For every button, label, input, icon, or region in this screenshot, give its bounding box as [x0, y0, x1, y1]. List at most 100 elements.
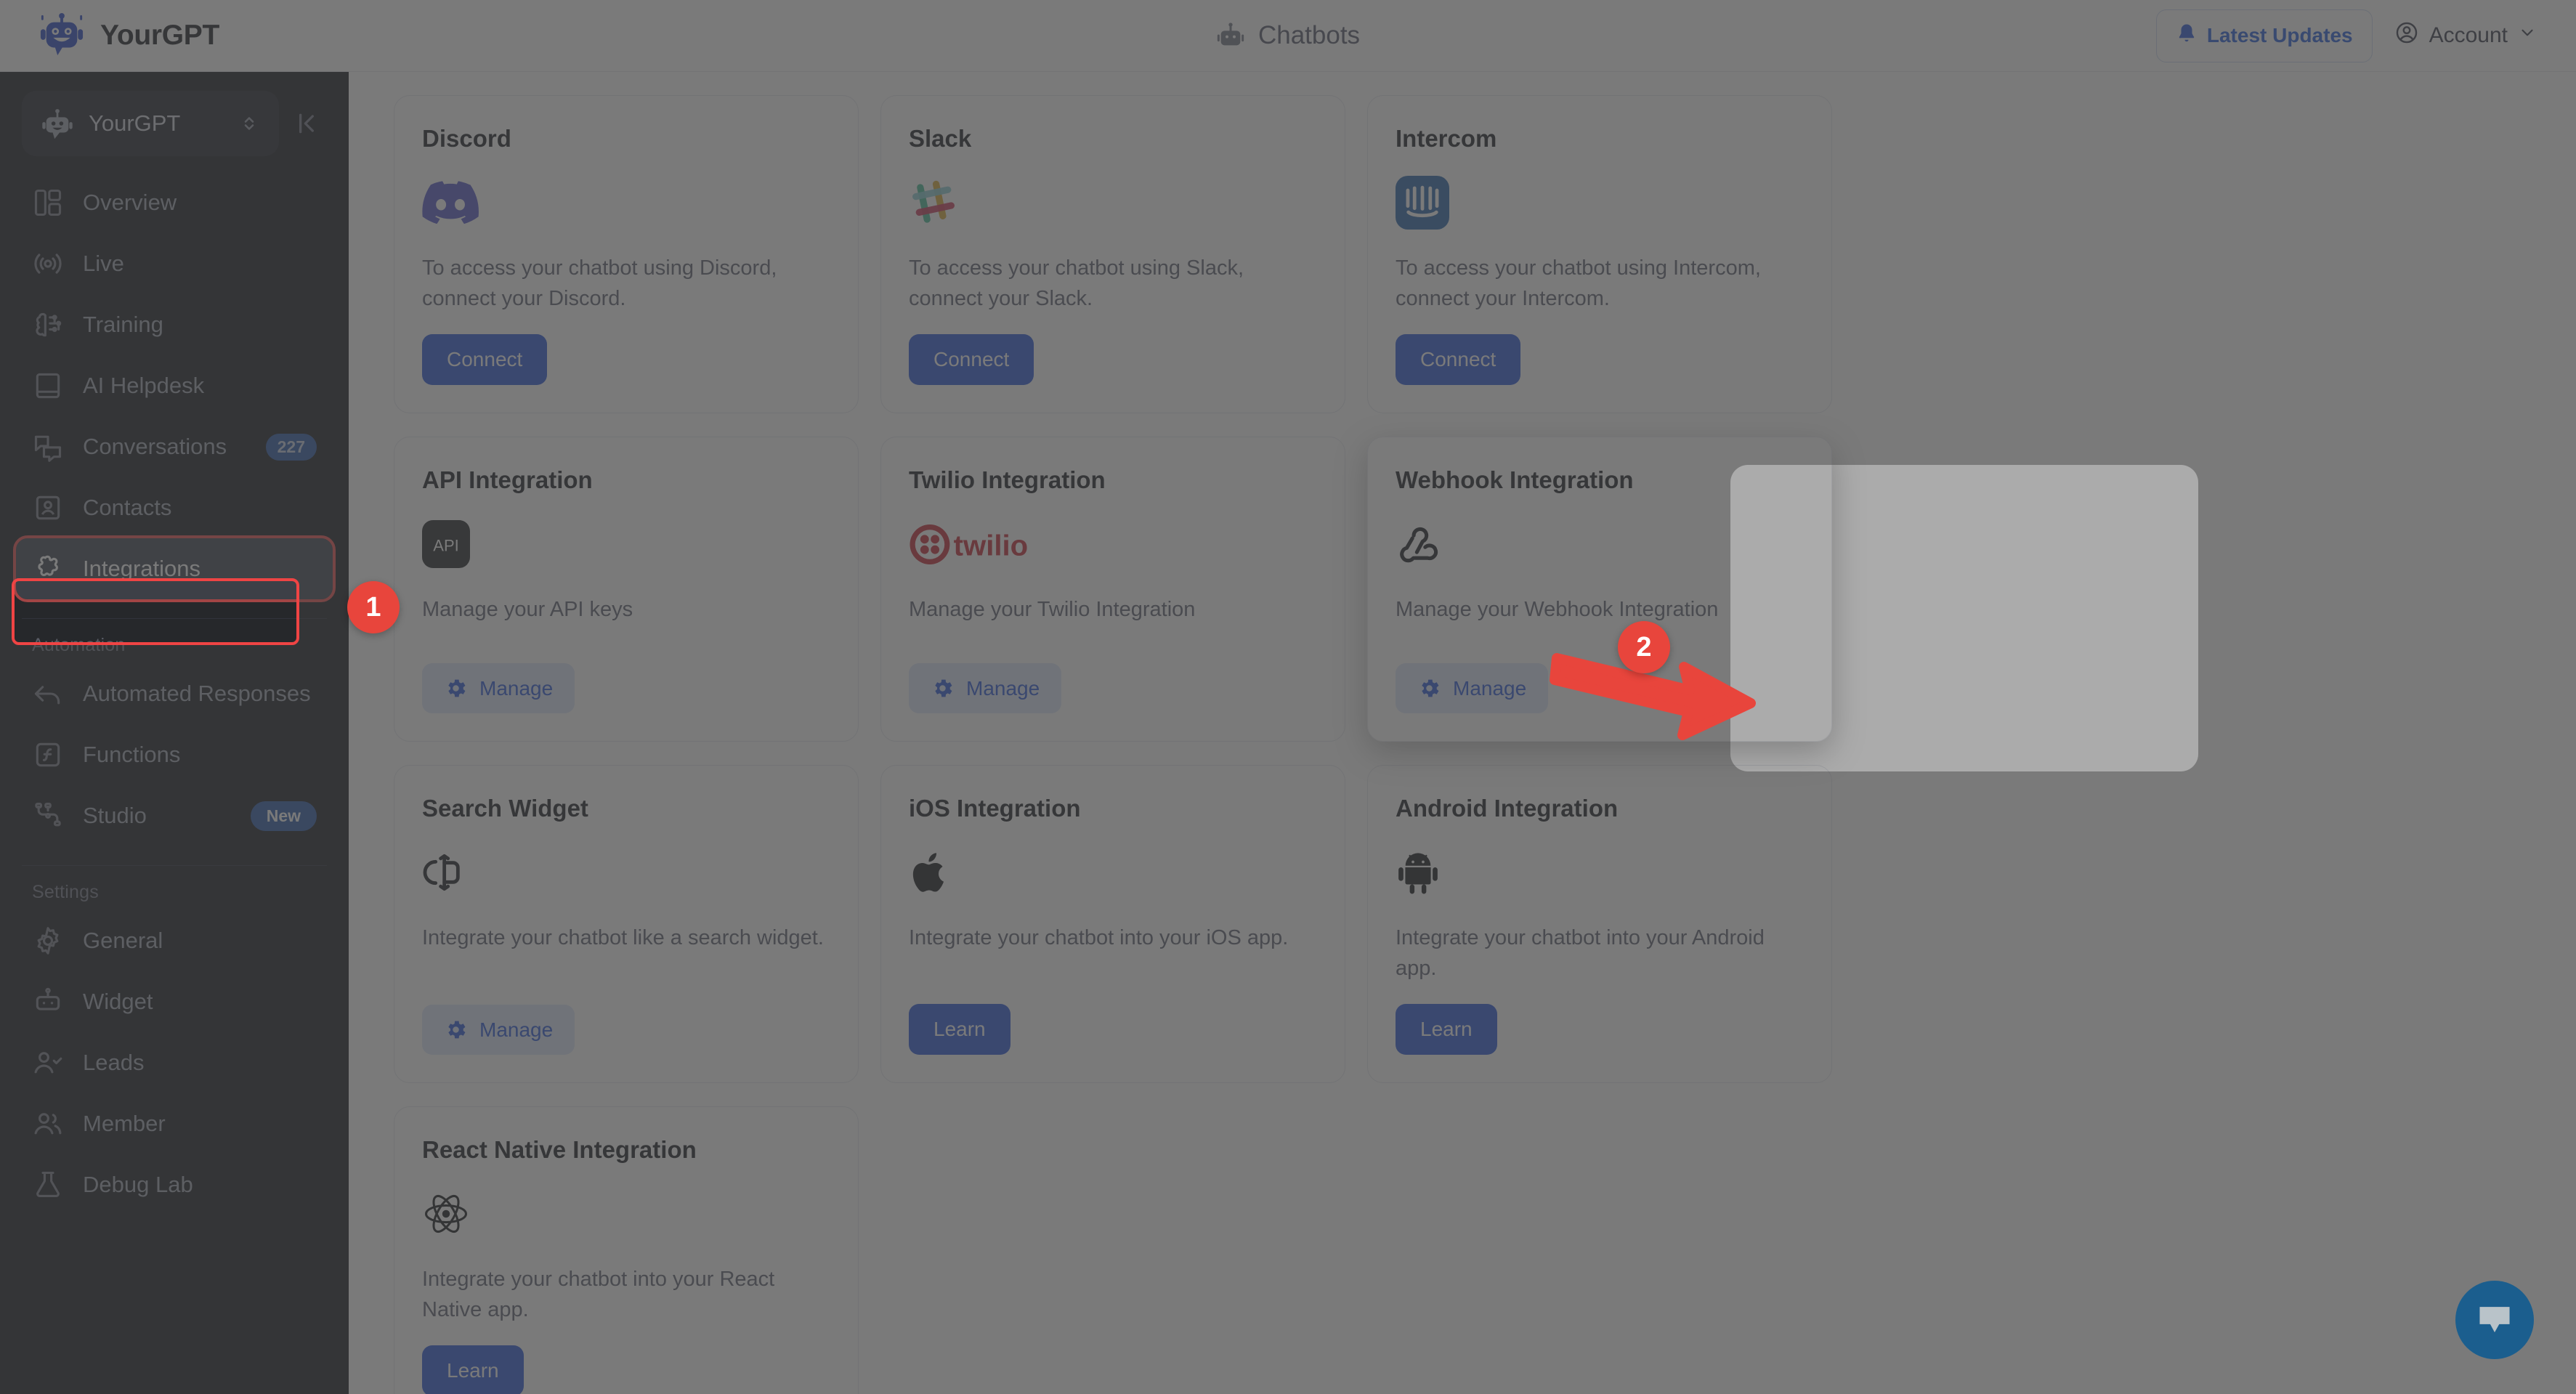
sidebar: YourGPT Overview Live Training AI Helpde…	[0, 72, 349, 1394]
sidebar-item-studio[interactable]: Studio New	[16, 785, 333, 846]
integration-card-android[interactable]: Android Integration Integrate your chatb…	[1367, 765, 1832, 1084]
card-description: Manage your Twilio Integration	[909, 598, 1196, 622]
card-title: Twilio Integration	[909, 466, 1106, 494]
learn-button[interactable]: Learn	[909, 1004, 1010, 1055]
chevron-down-icon	[2518, 23, 2537, 48]
card-description: Integrate your chatbot into your Android…	[1396, 926, 1765, 981]
sidebar-item-label: Training	[83, 312, 163, 337]
integration-card-webhook[interactable]: Webhook Integration Manage your Webhook …	[1367, 437, 1832, 742]
sidebar-item-leads[interactable]: Leads	[16, 1032, 333, 1093]
card-description: Integrate your chatbot into your iOS app…	[909, 926, 1289, 950]
sidebar-item-debug-lab[interactable]: Debug Lab	[16, 1154, 333, 1215]
card-actions: Learn	[909, 1004, 1317, 1055]
integration-card-slack[interactable]: Slack To access your chatbot using Slack…	[880, 95, 1345, 414]
card-title: React Native Integration	[422, 1136, 697, 1164]
sidebar-item-contacts[interactable]: Contacts	[16, 477, 333, 538]
manage-button[interactable]: Manage	[909, 663, 1062, 714]
sidebar-item-training[interactable]: Training	[16, 294, 333, 355]
learn-button[interactable]: Learn	[422, 1345, 524, 1394]
integration-card-twilio[interactable]: Twilio Integration twilio Manage your Tw…	[880, 437, 1345, 742]
chat-launcher-button[interactable]	[2455, 1281, 2534, 1359]
card-description: Manage your API keys	[422, 598, 633, 622]
flask-icon	[32, 1169, 64, 1201]
integration-card-search-widget[interactable]: Search Widget Integrate your chatbot lik…	[394, 765, 859, 1084]
latest-updates-button[interactable]: Latest Updates	[2155, 9, 2373, 62]
sidebar-item-overview[interactable]: Overview	[16, 172, 333, 233]
latest-updates-label: Latest Updates	[2206, 24, 2353, 46]
sidebar-nav-settings: General Widget Leads Member Debug Lab	[0, 910, 349, 1215]
integration-cards-grid: Discord To access your chatbot using Dis…	[349, 95, 2576, 1394]
function-box-icon	[32, 739, 64, 771]
user-circle-icon	[2394, 20, 2419, 51]
card-description: To access your chatbot using Discord, co…	[422, 256, 777, 311]
connect-button[interactable]: Connect	[909, 334, 1034, 386]
manage-label: Manage	[966, 676, 1040, 700]
sidebar-item-general[interactable]: General	[16, 910, 333, 971]
card-actions: Connect	[422, 334, 830, 386]
webhook-icon	[1396, 513, 1804, 575]
gear-icon	[444, 676, 468, 700]
integration-card-discord[interactable]: Discord To access your chatbot using Dis…	[394, 95, 859, 414]
card-description: To access your chatbot using Intercom, c…	[1396, 256, 1761, 311]
connect-button[interactable]: Connect	[422, 334, 548, 386]
bell-icon	[2176, 23, 2198, 49]
sidebar-nav-automation: Automated Responses Functions Studio New	[0, 663, 349, 846]
manage-label: Manage	[1453, 676, 1527, 700]
card-description: To access your chatbot using Slack, conn…	[909, 256, 1244, 311]
users-icon	[32, 1108, 64, 1140]
integrations-highlight-box	[12, 578, 299, 645]
integrations-page: Connect Connect Connect Discord To acces…	[349, 72, 2576, 1394]
studio-new-badge: New	[250, 801, 317, 831]
card-description: Integrate your chatbot into your React N…	[422, 1268, 775, 1322]
card-description: Integrate your chatbot like a search wid…	[422, 926, 824, 950]
integrations-scroll-area[interactable]: Connect Connect Connect Discord To acces…	[349, 72, 2576, 1394]
broadcast-icon	[32, 248, 64, 280]
manage-button[interactable]: Manage	[422, 1005, 575, 1055]
integration-card-intercom[interactable]: Intercom To access your chatbot using In…	[1367, 95, 1832, 414]
sidebar-group-title-settings: Settings	[32, 882, 99, 902]
brand-name: YourGPT	[100, 20, 220, 51]
card-title: Webhook Integration	[1396, 466, 1634, 494]
workspace-selector[interactable]: YourGPT	[22, 91, 279, 156]
gear-icon	[32, 925, 64, 957]
sidebar-item-widget[interactable]: Widget	[16, 971, 333, 1032]
svg-text:twilio: twilio	[954, 530, 1029, 562]
page-title-group: Chatbots	[1099, 21, 1477, 50]
card-title: Intercom	[1396, 125, 1497, 152]
messages-icon	[32, 431, 64, 463]
apple-icon	[909, 841, 1317, 904]
card-actions: Learn	[422, 1345, 830, 1394]
chat-bubble-icon	[2474, 1298, 2515, 1342]
chevron-up-down-icon	[238, 111, 260, 136]
card-actions: Connect	[909, 334, 1317, 386]
sidebar-item-conversations[interactable]: Conversations 227	[16, 416, 333, 477]
card-title: Discord	[422, 125, 511, 152]
manage-label: Manage	[479, 1018, 554, 1041]
top-bar-actions: Latest Updates Account	[2155, 9, 2548, 62]
integration-card-react-native[interactable]: React Native Integration Integrate your …	[394, 1106, 859, 1394]
sidebar-item-label: Automated Responses	[83, 681, 311, 706]
sidebar-collapse-button[interactable]	[286, 103, 327, 144]
integration-card-ios[interactable]: iOS Integration Integrate your chatbot i…	[880, 765, 1345, 1084]
learn-button[interactable]: Learn	[1396, 1004, 1497, 1055]
connect-button[interactable]: Connect	[1396, 334, 1521, 386]
sidebar-item-member[interactable]: Member	[16, 1093, 333, 1154]
reply-arrow-icon	[32, 678, 64, 710]
sidebar-item-ai-helpdesk[interactable]: AI Helpdesk	[16, 355, 333, 416]
sidebar-item-label: Leads	[83, 1050, 145, 1075]
manage-button[interactable]: Manage	[422, 663, 575, 714]
gear-icon	[444, 1018, 468, 1042]
workspace-name: YourGPT	[89, 110, 181, 136]
manage-button[interactable]: Manage	[1396, 663, 1549, 714]
sidebar-item-label: Live	[83, 251, 124, 276]
sidebar-item-functions[interactable]: Functions	[16, 724, 333, 785]
sidebar-item-automated-responses[interactable]: Automated Responses	[16, 663, 333, 724]
intercom-icon	[1396, 171, 1804, 234]
integration-card-api[interactable]: API Integration API Manage your API keys	[394, 437, 859, 742]
book-icon	[32, 370, 64, 402]
account-button[interactable]: Account	[2383, 10, 2548, 61]
sidebar-item-live[interactable]: Live	[16, 233, 333, 294]
gear-icon	[1417, 676, 1441, 700]
card-actions: Manage	[422, 1005, 830, 1055]
sidebar-item-label: Member	[83, 1111, 166, 1136]
